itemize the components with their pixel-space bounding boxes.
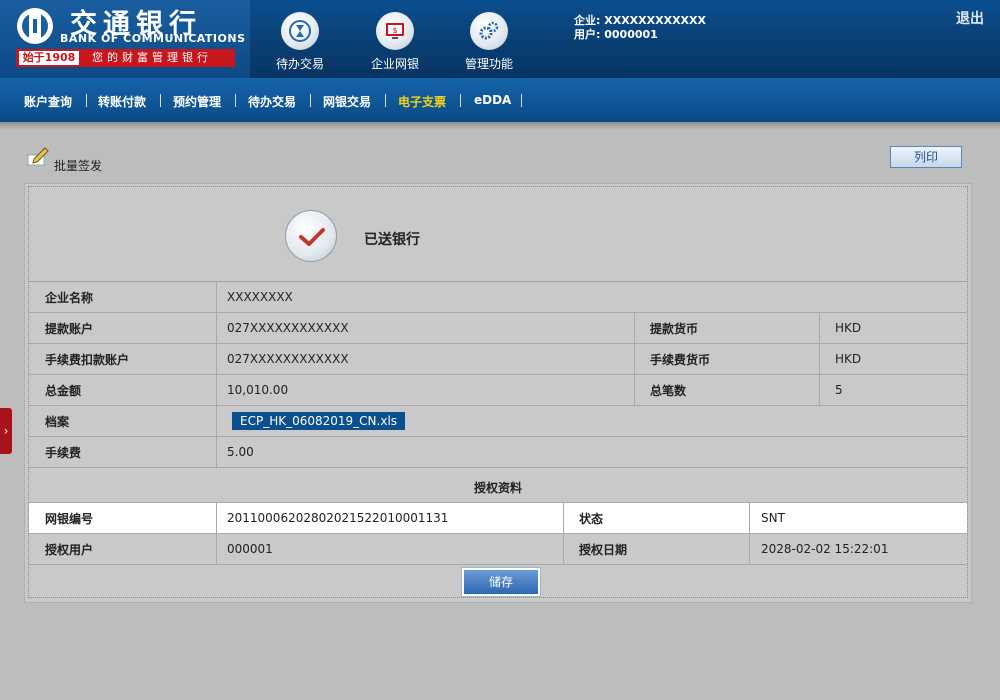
bank-name-en: BANK OF COMMUNICATIONS — [60, 32, 246, 45]
menu-separator — [310, 94, 311, 107]
fee-account-label: 手续费扣款账户 — [45, 352, 130, 367]
print-button[interactable]: 列印 — [890, 146, 962, 168]
user-id: 用户: 0000001 — [574, 28, 658, 41]
auth-user-value: 000001 — [227, 542, 273, 556]
menu-edda[interactable]: eDDA — [474, 93, 511, 107]
checkmark-icon — [285, 210, 337, 262]
detail-row-company: 企业名称 XXXXXXXX — [29, 282, 967, 313]
fee-value: 5.00 — [227, 445, 254, 459]
menu-account-inquiry[interactable]: 账户查询 — [24, 93, 72, 110]
monitor-dollar-icon: $ — [376, 12, 414, 50]
menu-separator — [86, 94, 87, 107]
auth-status-value: SNT — [761, 511, 785, 525]
withdraw-currency-label: 提款货币 — [650, 321, 699, 336]
file-label: 档案 — [45, 414, 70, 429]
withdraw-account-value: 027XXXXXXXXXXXX — [227, 321, 349, 335]
file-download-link[interactable]: ECP_HK_06082019_CN.xls — [232, 412, 406, 430]
menu-transfer-payment[interactable]: 转账付款 — [98, 93, 146, 110]
menu-scheduled[interactable]: 预约管理 — [173, 93, 221, 110]
bank-slogan: 您的财富管理银行 — [92, 51, 212, 64]
auth-row-ref: 网银编号 20110006202802021522010001131 状态 SN… — [29, 503, 967, 534]
file-cell: ECP_HK_06082019_CN.xls — [216, 406, 967, 436]
status-message: 已送银行 — [364, 232, 420, 248]
fee-label: 手续费 — [45, 445, 82, 460]
fee-account-value: 027XXXXXXXXXXXX — [227, 352, 349, 366]
company-id: 企业: XXXXXXXXXXXX — [574, 14, 706, 27]
company-value: XXXXXXXX — [227, 290, 293, 304]
detail-row-fee: 手续费 5.00 — [29, 437, 967, 468]
nav-pending-label: 待办交易 — [275, 57, 324, 71]
status-area — [29, 187, 967, 282]
user-info: 企业: XXXXXXXXXXXX 用户: 0000001 — [574, 14, 706, 42]
nav-management[interactable]: 管理功能 — [449, 12, 529, 74]
nav-corporate-banking[interactable]: $ 企业网银 — [355, 12, 435, 74]
menu-separator — [521, 94, 522, 107]
menu-separator — [235, 94, 236, 107]
svg-text:$: $ — [392, 26, 397, 35]
fee-currency-value: HKD — [835, 352, 862, 366]
bank-logo[interactable]: 交通银行 BANK OF COMMUNICATIONS 始于1908 您的财富管… — [0, 0, 250, 78]
total-amount-label: 总金额 — [45, 383, 82, 398]
nav-management-label: 管理功能 — [464, 57, 513, 71]
fee-currency-label: 手续费货币 — [650, 352, 711, 367]
main-menu: 账户查询 转账付款 预约管理 待办交易 网银交易 电子支票 eDDA — [0, 78, 1000, 122]
menu-e-cheque[interactable]: 电子支票 — [398, 93, 446, 110]
chevron-right-icon: › — [3, 424, 9, 438]
since-badge: 始于1908 — [19, 51, 79, 65]
total-count-value: 5 — [835, 383, 843, 397]
detail-row-totals: 总金额 10,010.00 总笔数 5 — [29, 375, 967, 406]
auth-date-label: 授权日期 — [579, 542, 628, 557]
menu-shadow — [0, 122, 1000, 130]
detail-row-withdraw-account: 提款账户 027XXXXXXXXXXXX 提款货币 HKD — [29, 313, 967, 344]
nav-corporate-label: 企业网银 — [370, 57, 419, 71]
side-panel-toggle[interactable]: › — [0, 408, 12, 454]
auth-ref-label: 网银编号 — [45, 511, 94, 526]
nav-pending-transactions[interactable]: 待办交易 — [260, 12, 340, 74]
withdraw-account-label: 提款账户 — [45, 321, 94, 336]
detail-row-file: 档案 ECP_HK_06082019_CN.xls — [29, 406, 967, 437]
company-label: 企业名称 — [45, 290, 94, 305]
menu-separator — [385, 94, 386, 107]
menu-separator — [160, 94, 161, 107]
bank-emblem-icon — [17, 8, 53, 44]
total-amount-value: 10,010.00 — [227, 383, 289, 397]
auth-user-label: 授权用户 — [45, 542, 94, 557]
menu-separator — [460, 94, 461, 107]
detail-row-fee-account: 手续费扣款账户 027XXXXXXXXXXXX 手续费货币 HKD — [29, 344, 967, 375]
save-button[interactable]: 储存 — [462, 568, 540, 596]
pencil-icon — [27, 147, 49, 166]
menu-pending[interactable]: 待办交易 — [248, 93, 296, 110]
hourglass-icon — [281, 12, 319, 50]
page-title: 批量签发 — [54, 159, 103, 173]
app-header: 交通银行 BANK OF COMMUNICATIONS 始于1908 您的财富管… — [0, 0, 1000, 78]
auth-section-title: 授权资料 — [473, 480, 522, 495]
auth-row-user: 授权用户 000001 授权日期 2028-02-02 15:22:01 — [29, 534, 967, 565]
withdraw-currency-value: HKD — [835, 321, 862, 335]
auth-ref-value: 20110006202802021522010001131 — [227, 511, 449, 525]
gears-icon — [470, 12, 508, 50]
auth-status-label: 状态 — [579, 511, 604, 526]
total-count-label: 总笔数 — [650, 383, 687, 398]
menu-online-transactions[interactable]: 网银交易 — [323, 93, 371, 110]
auth-section-header: 授权资料 — [29, 472, 967, 503]
auth-date-value: 2028-02-02 15:22:01 — [761, 542, 889, 556]
logout-link[interactable]: 退出 — [956, 8, 984, 28]
